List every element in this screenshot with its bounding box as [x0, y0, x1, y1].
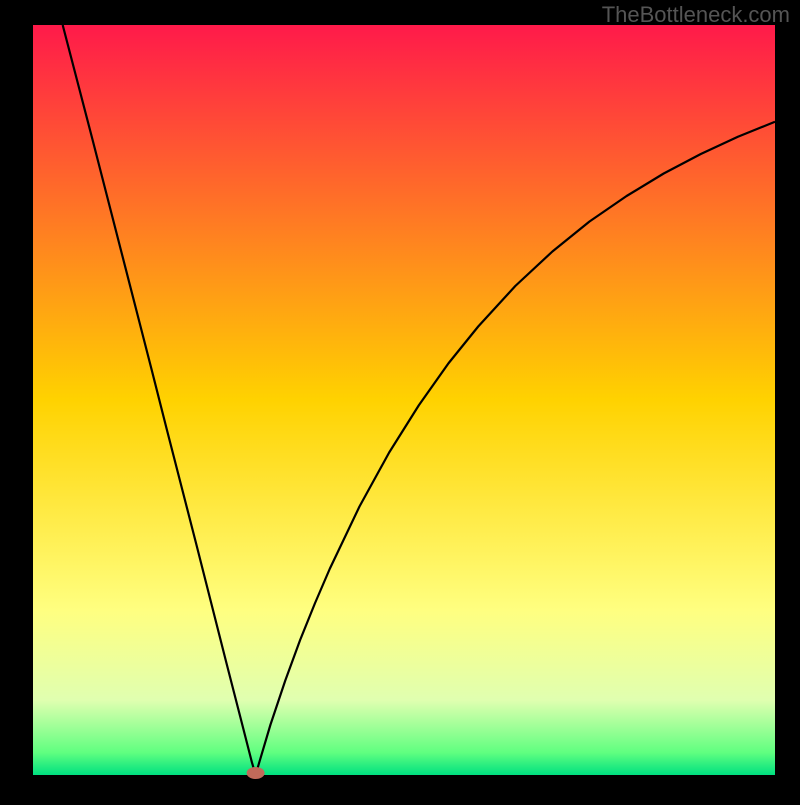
plot-background [33, 25, 775, 775]
bottleneck-chart [0, 0, 800, 800]
watermark-text: TheBottleneck.com [602, 2, 790, 28]
minimum-marker [247, 767, 265, 779]
chart-root [0, 0, 800, 800]
